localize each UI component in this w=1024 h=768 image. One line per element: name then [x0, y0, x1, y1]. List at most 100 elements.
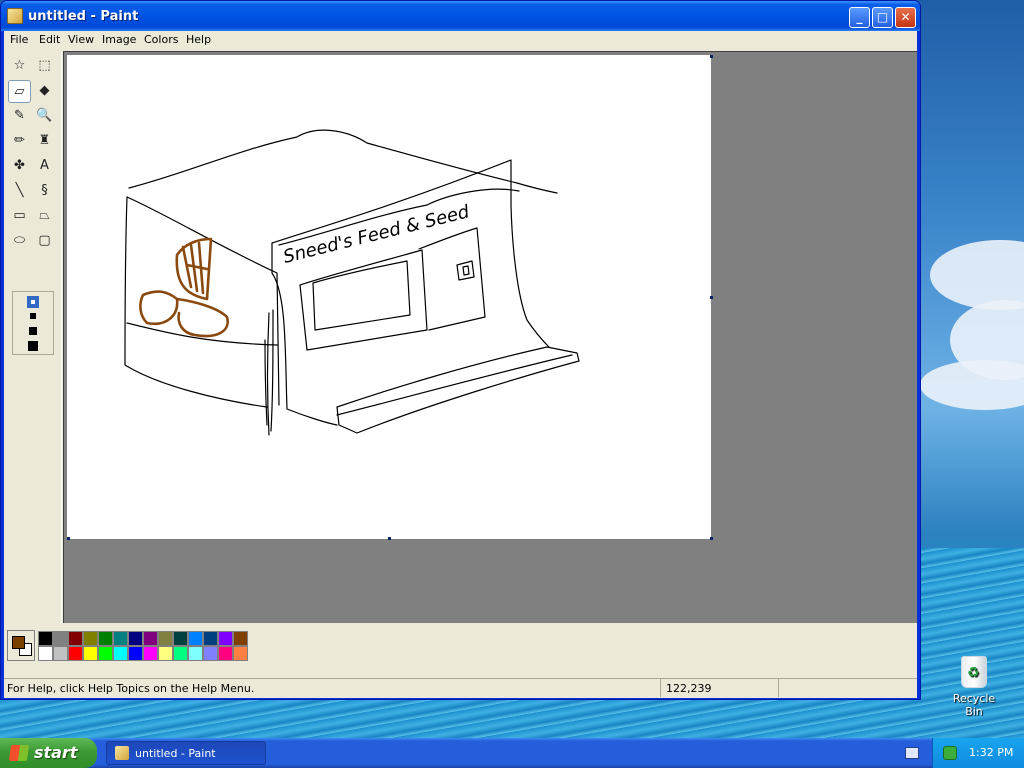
color-swatch[interactable]: [38, 631, 53, 646]
top-edge: [128, 129, 558, 194]
system-tray: 1:32 PM: [932, 738, 1024, 768]
drawing: Sneed's Feed & Seed: [124, 129, 580, 436]
text-tool[interactable]: A: [33, 155, 56, 178]
color-swatch[interactable]: [143, 646, 158, 661]
size-option-4[interactable]: [28, 341, 38, 351]
size-option-3[interactable]: [29, 327, 37, 335]
menu-image[interactable]: Image: [102, 33, 136, 46]
color-swatch[interactable]: [143, 631, 158, 646]
menu-bar: File Edit View Image Colors Help: [4, 31, 917, 49]
color-swatch[interactable]: [173, 631, 188, 646]
start-label: start: [34, 743, 78, 762]
color-swatch[interactable]: [83, 646, 98, 661]
curve-tool[interactable]: §: [33, 180, 56, 203]
eraser-tool[interactable]: ▱: [8, 80, 31, 103]
door-sign: [456, 260, 475, 281]
color-swatch[interactable]: [218, 646, 233, 661]
maximize-button[interactable]: □: [872, 7, 893, 28]
taskbar-paint-button[interactable]: untitled - Paint: [106, 741, 266, 765]
porch-side: [526, 319, 550, 348]
current-colors[interactable]: [7, 630, 35, 661]
rectangle-tool[interactable]: ▭: [8, 205, 31, 228]
free-form-select-tool[interactable]: ☆: [8, 55, 31, 78]
airbrush-tool[interactable]: ✤: [8, 155, 31, 178]
color-swatch[interactable]: [98, 646, 113, 661]
magnifier-tool[interactable]: 🔍: [33, 105, 56, 128]
color-swatch[interactable]: [218, 631, 233, 646]
safely-remove-icon[interactable]: [943, 746, 957, 760]
status-bar: For Help, click Help Topics on the Help …: [4, 678, 917, 697]
left-mid-line: [126, 322, 278, 346]
close-button[interactable]: ✕: [895, 7, 916, 28]
porch: [336, 346, 580, 434]
recycle-bin-label: Recycle Bin: [952, 692, 996, 718]
color-swatch[interactable]: [158, 631, 173, 646]
pencil-tool[interactable]: ✏: [8, 130, 31, 153]
brush-tool[interactable]: ♜: [33, 130, 56, 153]
minimize-button[interactable]: _: [849, 7, 870, 28]
color-swatch[interactable]: [203, 646, 218, 661]
scribble-post: [264, 309, 274, 436]
resize-handle[interactable]: [67, 537, 70, 540]
color-swatch[interactable]: [233, 646, 248, 661]
taskbar: start untitled - Paint 1:32 PM: [0, 738, 1024, 768]
fill-with-color-tool[interactable]: ◆: [33, 80, 56, 103]
front-left-panel: [271, 272, 338, 426]
keyboard-icon[interactable]: [905, 747, 919, 759]
title-bar[interactable]: untitled - Paint _ □ ✕: [1, 1, 920, 31]
menu-edit[interactable]: Edit: [39, 33, 60, 46]
color-swatch[interactable]: [188, 646, 203, 661]
resize-handle[interactable]: [710, 55, 713, 58]
status-coordinates: 122,239: [660, 679, 778, 697]
line-tool[interactable]: ╲: [8, 180, 31, 203]
pick-color-tool[interactable]: ✎: [8, 105, 31, 128]
porch-line: [336, 354, 573, 416]
color-swatch[interactable]: [68, 646, 83, 661]
resize-handle[interactable]: [710, 296, 713, 299]
recycle-bin[interactable]: ♻ Recycle Bin: [944, 656, 1004, 718]
window-inner: [312, 260, 411, 331]
color-swatch[interactable]: [173, 646, 188, 661]
rounded-rectangle-tool[interactable]: ▢: [33, 230, 56, 253]
menu-file[interactable]: File: [10, 33, 28, 46]
menu-help[interactable]: Help: [186, 33, 211, 46]
color-swatch[interactable]: [53, 646, 68, 661]
color-swatch[interactable]: [113, 646, 128, 661]
clock[interactable]: 1:32 PM: [969, 746, 1013, 759]
toolbox: ☆ ⬚ ▱ ◆ ✎ 🔍 ✏ ♜ ✤ A ╲ § ▭ ⏢ ⬭ ▢: [4, 51, 62, 623]
door-sign-inner: [462, 265, 470, 276]
window-client: File Edit View Image Colors Help ☆ ⬚ ▱ ◆ ✎ 🔍 ✏…: [4, 31, 917, 698]
color-swatch[interactable]: [128, 631, 143, 646]
brush-size-options[interactable]: [12, 291, 54, 355]
size-dot: [31, 300, 35, 304]
drawing-canvas[interactable]: Sneed's Feed & Seed: [67, 55, 713, 540]
color-swatch[interactable]: [98, 631, 113, 646]
paint-app-icon[interactable]: [7, 8, 23, 24]
start-button[interactable]: start: [0, 738, 97, 768]
color-swatch[interactable]: [233, 631, 248, 646]
color-swatch[interactable]: [83, 631, 98, 646]
color-swatch[interactable]: [128, 646, 143, 661]
size-option-2[interactable]: [30, 313, 36, 319]
cloud: [920, 360, 1024, 410]
menu-view[interactable]: View: [68, 33, 94, 46]
front-corner: [126, 196, 280, 406]
color-swatch[interactable]: [188, 631, 203, 646]
menu-colors[interactable]: Colors: [144, 33, 178, 46]
color-swatch[interactable]: [113, 631, 128, 646]
color-swatch[interactable]: [68, 631, 83, 646]
color-swatch[interactable]: [203, 631, 218, 646]
color-swatch[interactable]: [53, 631, 68, 646]
color-swatch[interactable]: [158, 646, 173, 661]
foreground-color[interactable]: [12, 636, 25, 649]
color-swatch[interactable]: [38, 646, 53, 661]
rectangle-select-tool[interactable]: ⬚: [33, 55, 56, 78]
sign-text: Sneed's Feed & Seed: [281, 201, 472, 268]
polygon-tool[interactable]: ⏢: [33, 205, 56, 228]
window-outer: [299, 249, 428, 351]
resize-handle[interactable]: [710, 537, 713, 540]
ellipse-tool[interactable]: ⬭: [8, 230, 31, 253]
boot-drawing: [139, 237, 229, 338]
window-title: untitled - Paint: [28, 9, 139, 24]
resize-handle[interactable]: [388, 537, 391, 540]
